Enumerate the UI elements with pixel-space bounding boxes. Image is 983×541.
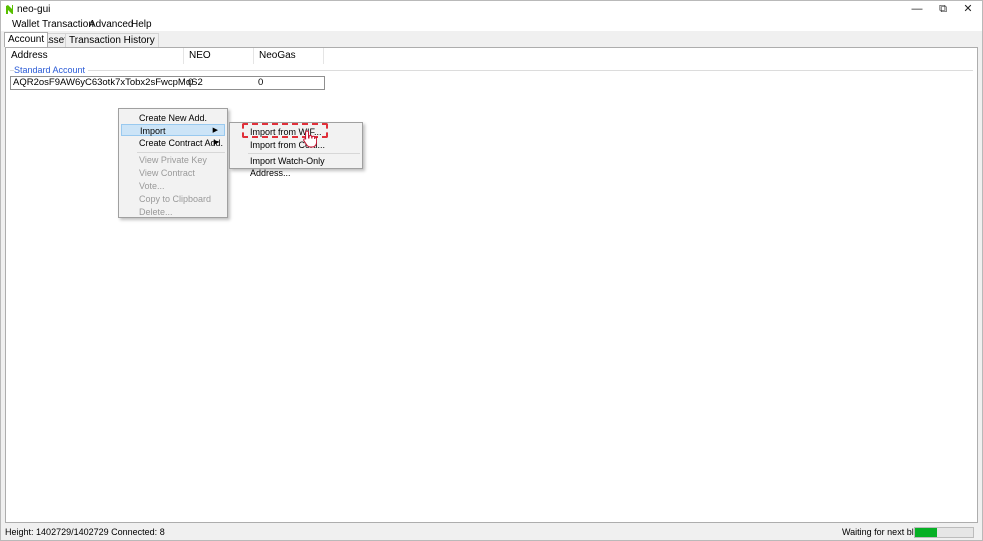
- minimize-button[interactable]: —: [904, 1, 930, 18]
- menu-help[interactable]: Help: [128, 18, 155, 31]
- window-title: neo-gui: [17, 4, 51, 15]
- tab-strip: Account Asset Transaction History: [1, 32, 982, 47]
- submenu-arrow-icon: ▶: [212, 127, 218, 134]
- close-button[interactable]: ✕: [955, 1, 981, 18]
- menu-item-copy-to-clipboard[interactable]: Copy to Clipboard: [121, 193, 225, 205]
- progress-fill: [915, 528, 938, 537]
- app-window: neo-gui — ⧉ ✕ Wallet Transaction Advance…: [0, 0, 983, 541]
- menu-item-view-private-key[interactable]: View Private Key: [121, 154, 225, 166]
- menu-item-import-watch-only-address[interactable]: Import Watch-Only Address...: [232, 155, 360, 178]
- tab-account[interactable]: Account: [4, 32, 49, 47]
- menu-item-delete[interactable]: Delete...: [121, 206, 225, 218]
- menu-item-label: Create New Add.: [139, 113, 208, 123]
- menu-item-label: Create Contract Add.: [139, 138, 224, 148]
- column-header-address[interactable]: Address: [6, 48, 184, 64]
- neo-logo-icon: [6, 5, 13, 14]
- cell-neo: 0: [188, 77, 194, 88]
- menu-item-import-from-certificate[interactable]: Import from Certi...: [232, 139, 360, 151]
- tab-transaction-history[interactable]: Transaction History: [65, 33, 159, 47]
- menu-bar: Wallet Transaction Advanced Help: [1, 18, 982, 31]
- column-header-neo[interactable]: NEO: [184, 48, 254, 64]
- submenu-arrow-icon: ▶: [213, 139, 219, 146]
- height-value: 1402729/1402729: [36, 527, 109, 537]
- menu-item-create-contract-address[interactable]: Create Contract Add. ▶: [121, 137, 225, 149]
- height-label: Height:: [5, 527, 34, 537]
- menu-separator: [137, 152, 225, 153]
- cell-address: AQR2osF9AW6yC63otk7xTobx2sFwcpMqS2: [13, 77, 203, 88]
- status-bar: Height: 1402729/1402729 Connected: 8 Wai…: [1, 525, 982, 540]
- menu-item-create-new-address[interactable]: Create New Add.: [121, 112, 225, 124]
- menu-item-label: View Contract: [139, 168, 195, 178]
- hand-cursor-icon: [303, 130, 317, 148]
- cell-neogas: 0: [258, 77, 264, 88]
- title-bar: neo-gui — ⧉ ✕: [1, 1, 982, 18]
- menu-item-label: Import: [140, 126, 166, 136]
- table-row[interactable]: AQR2osF9AW6yC63otk7xTobx2sFwcpMqS2 0 0: [10, 76, 325, 90]
- menu-item-view-contract[interactable]: View Contract: [121, 167, 225, 179]
- group-divider: [10, 70, 973, 71]
- menu-item-vote[interactable]: Vote...: [121, 180, 225, 192]
- menu-item-import[interactable]: Import ▶: [121, 124, 225, 136]
- menu-item-label: Vote...: [139, 181, 165, 191]
- menu-wallet[interactable]: Wallet: [9, 18, 42, 31]
- menu-item-label: Delete...: [139, 207, 173, 217]
- next-block-progress-bar: [914, 527, 974, 538]
- group-label-standard-account: Standard Account: [14, 65, 89, 75]
- connected-label: Connected:: [111, 527, 158, 537]
- status-height-connected: Height: 1402729/1402729 Connected: 8: [5, 527, 165, 537]
- column-header-neogas[interactable]: NeoGas: [254, 48, 324, 64]
- menu-item-label: View Private Key: [139, 155, 207, 165]
- context-menu: Create New Add. Import ▶ Create Contract …: [118, 108, 228, 218]
- menu-separator: [248, 153, 360, 154]
- menu-item-label: Copy to Clipboard: [139, 194, 212, 204]
- connected-value: 8: [159, 527, 165, 537]
- restore-button[interactable]: ⧉: [930, 1, 956, 18]
